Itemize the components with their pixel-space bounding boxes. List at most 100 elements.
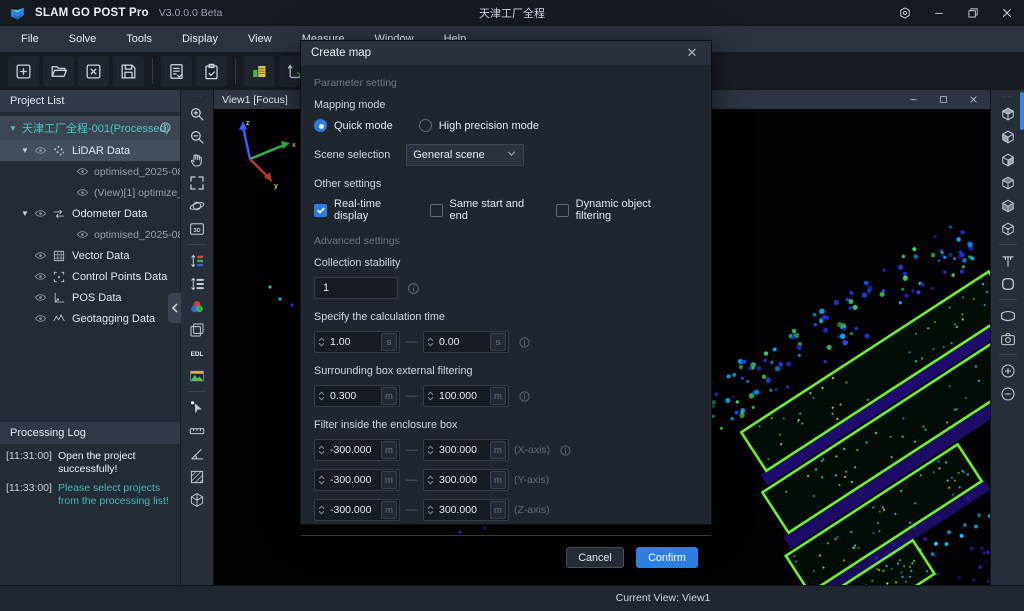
number-input[interactable]: 100.000m <box>423 385 509 407</box>
layers-button[interactable] <box>184 318 210 341</box>
ruler-tool-button[interactable] <box>184 419 210 442</box>
spinner-icon[interactable] <box>424 337 437 347</box>
visibility-eye-icon[interactable] <box>34 312 47 325</box>
viewport-maximize-button[interactable] <box>928 90 958 109</box>
scrollbar-thumb[interactable] <box>1020 92 1024 130</box>
cube-back-view-button[interactable] <box>995 194 1021 217</box>
tree-item-lidar-data[interactable]: ▼LiDAR Data <box>0 140 180 161</box>
spinner-icon[interactable] <box>424 475 437 485</box>
menu-solve[interactable]: Solve <box>54 26 112 52</box>
visibility-eye-icon[interactable] <box>76 228 89 241</box>
radio-high-precision-mode[interactable]: High precision mode <box>419 119 565 132</box>
cube-top-view-button[interactable] <box>995 102 1021 125</box>
number-input[interactable]: 0.300m <box>314 385 400 407</box>
radio-quick-mode[interactable]: Quick mode <box>314 119 419 132</box>
menu-display[interactable]: Display <box>167 26 233 52</box>
number-input[interactable]: 300.000m <box>423 499 509 521</box>
cube-left-view-button[interactable] <box>995 148 1021 171</box>
cancel-button[interactable]: Cancel <box>566 547 624 568</box>
number-input[interactable]: 300.000m <box>423 439 509 461</box>
tree-item-optimised-2025-08-15-15-[interactable]: optimised_2025-08-15_15... <box>0 161 180 182</box>
collapse-panel-button[interactable] <box>168 293 181 323</box>
radio-icon[interactable] <box>314 119 327 132</box>
tree-item-control-points-data[interactable]: Control Points Data <box>0 266 180 287</box>
minimize-button[interactable] <box>922 0 956 26</box>
gradient-map-button[interactable] <box>184 364 210 387</box>
spinner-icon[interactable] <box>424 391 437 401</box>
spinner-icon[interactable] <box>424 445 437 455</box>
expand-arrow-icon[interactable]: ▼ <box>20 209 30 218</box>
menu-file[interactable]: File <box>6 26 54 52</box>
close-button[interactable] <box>990 0 1024 26</box>
rounded-box-tool-button[interactable] <box>995 272 1021 295</box>
intensity-colorize-button[interactable] <box>184 272 210 295</box>
edl-toggle-button[interactable]: EDL <box>184 341 210 364</box>
clipboard-task-button[interactable] <box>196 56 227 87</box>
zoom-out-circle-button[interactable] <box>995 382 1021 405</box>
select-tool-button[interactable] <box>184 396 210 419</box>
viewport-close-button[interactable] <box>958 90 988 109</box>
tree-item--view-1-optimize-optimi-[interactable]: (View)[1] optimize_optimi... <box>0 182 180 203</box>
collection-stability-input[interactable]: 1 <box>314 277 398 299</box>
viewport-box-tool-button[interactable] <box>995 304 1021 327</box>
menu-tools[interactable]: Tools <box>111 26 167 52</box>
info-icon[interactable] <box>407 282 420 295</box>
expand-arrow-icon[interactable]: ▼ <box>8 124 18 133</box>
save-project-button[interactable] <box>113 56 144 87</box>
visibility-eye-icon[interactable] <box>34 291 47 304</box>
spinner-icon[interactable] <box>315 505 328 515</box>
spinner-icon[interactable] <box>315 337 328 347</box>
number-input[interactable]: 1.00s <box>314 331 400 353</box>
tree-item--001-processed-[interactable]: ▼天津工厂全程-001(Processed) <box>0 116 180 140</box>
checkbox-real-time-display[interactable]: Real-time display <box>314 198 430 222</box>
cube-iso-view-button[interactable] <box>995 217 1021 240</box>
info-icon[interactable] <box>559 444 572 457</box>
open-project-button[interactable] <box>43 56 74 87</box>
restore-button[interactable] <box>956 0 990 26</box>
visibility-eye-icon[interactable] <box>34 270 47 283</box>
cube-right-view-button[interactable] <box>995 171 1021 194</box>
viewport-minimize-button[interactable] <box>898 90 928 109</box>
color-wheel-button[interactable] <box>184 295 210 318</box>
visibility-eye-icon[interactable] <box>34 207 47 220</box>
tree-item-vector-data[interactable]: Vector Data <box>0 245 180 266</box>
info-icon[interactable] <box>159 121 172 134</box>
number-input[interactable]: -300.000m <box>314 499 400 521</box>
scene-selection-dropdown[interactable]: General scene <box>406 144 524 166</box>
number-input[interactable]: -300.000m <box>314 469 400 491</box>
volume-tool-button[interactable] <box>184 488 210 511</box>
height-colorize-button[interactable] <box>184 249 210 272</box>
tree-item-pos-data[interactable]: POS Data <box>0 287 180 308</box>
new-project-button[interactable] <box>8 56 39 87</box>
tree-item-odometer-data[interactable]: ▼Odometer Data <box>0 203 180 224</box>
snapshot-camera-button[interactable] <box>995 327 1021 350</box>
info-icon[interactable] <box>518 336 531 349</box>
visibility-eye-icon[interactable] <box>76 165 89 178</box>
close-project-button[interactable] <box>78 56 109 87</box>
number-input[interactable]: 300.000m <box>423 469 509 491</box>
dialog-close-icon[interactable]: ✕ <box>683 45 701 61</box>
create-map-button[interactable] <box>244 56 275 87</box>
spinner-icon[interactable] <box>315 475 328 485</box>
number-input[interactable]: -300.000m <box>314 439 400 461</box>
section-tool-button[interactable] <box>995 249 1021 272</box>
checkbox-dynamic-object-filtering[interactable]: Dynamic object filtering <box>556 198 698 222</box>
checkbox-icon[interactable] <box>314 204 327 217</box>
pan-tool-button[interactable] <box>184 148 210 171</box>
menu-view[interactable]: View <box>233 26 287 52</box>
tree-item-geotagging-data[interactable]: Geotagging Data <box>0 308 180 329</box>
visibility-eye-icon[interactable] <box>76 186 89 199</box>
area-tool-button[interactable] <box>184 465 210 488</box>
fit-view-button[interactable] <box>184 171 210 194</box>
info-icon[interactable] <box>518 390 531 403</box>
dialog-header[interactable]: Create map ✕ <box>301 41 711 65</box>
expand-arrow-icon[interactable]: ▼ <box>20 146 30 155</box>
checkbox-icon[interactable] <box>556 204 569 217</box>
radio-icon[interactable] <box>419 119 432 132</box>
zoom-in-circle-button[interactable] <box>995 359 1021 382</box>
view-3d-button[interactable]: 3D <box>184 217 210 240</box>
checkbox-same-start-and-end[interactable]: Same start and end <box>430 198 556 222</box>
spinner-icon[interactable] <box>315 391 328 401</box>
angle-tool-button[interactable] <box>184 442 210 465</box>
solve-task-button[interactable] <box>161 56 192 87</box>
